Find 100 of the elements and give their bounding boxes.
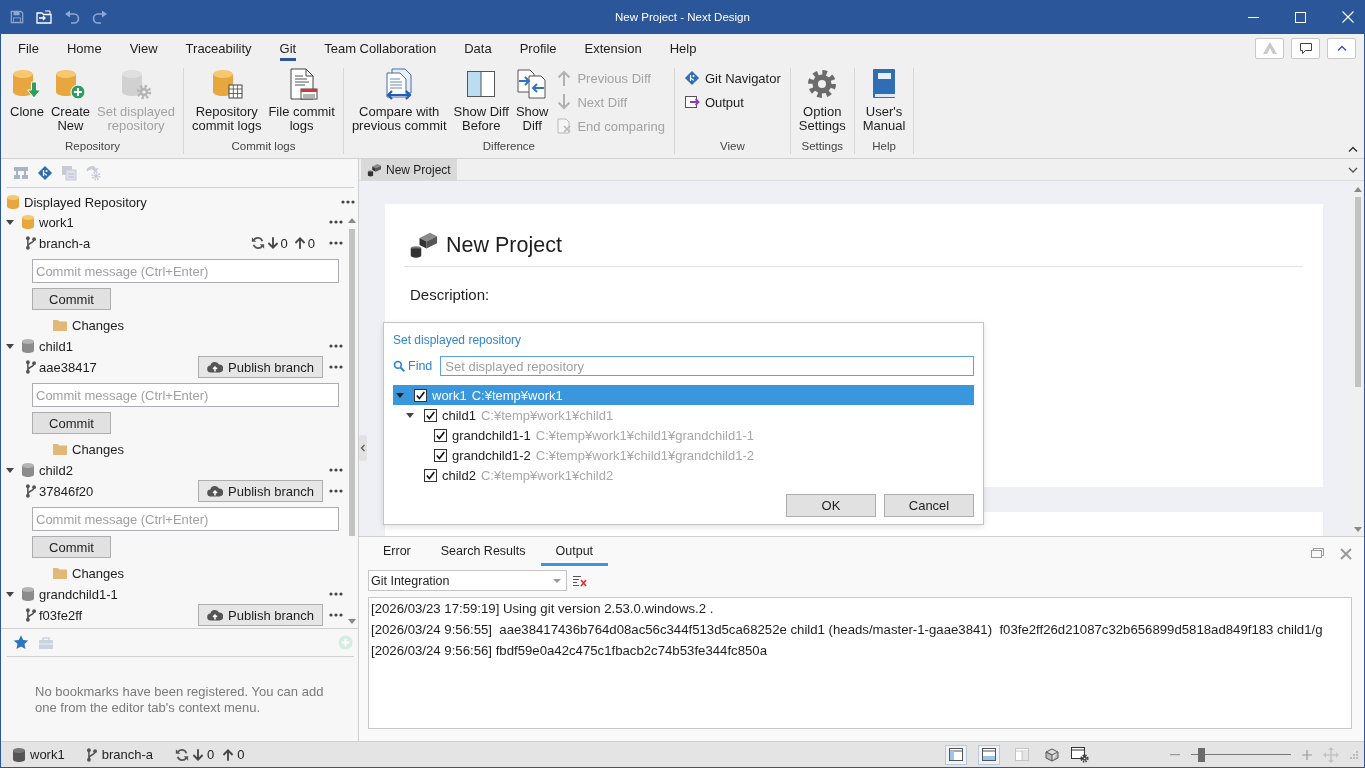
collapse-button[interactable] — [1327, 37, 1356, 59]
scroll-down-icon[interactable] — [1353, 527, 1362, 532]
more-icon[interactable] — [329, 241, 343, 245]
status-branch[interactable]: branch-a — [101, 747, 153, 762]
tree-item[interactable]: Changes — [72, 565, 125, 581]
checkbox[interactable] — [434, 448, 447, 462]
panel-tab[interactable]: Output — [540, 539, 609, 566]
minimize-icon[interactable] — [1248, 16, 1259, 18]
commit-message-field[interactable]: Commit message (Ctrl+Enter) — [32, 507, 339, 531]
collapse-handle-icon[interactable] — [359, 435, 367, 461]
document-tab[interactable]: New Project — [361, 159, 457, 180]
commit-message-field[interactable]: Commit message (Ctrl+Enter) — [32, 259, 339, 283]
ribbon-button[interactable]: Create New — [47, 64, 93, 137]
tree-item[interactable]: Changes — [72, 441, 125, 457]
repository-name[interactable]: child2 — [39, 462, 73, 478]
ribbon-tab[interactable]: View — [115, 34, 172, 62]
caret-up-icon[interactable] — [1348, 146, 1358, 152]
scroll-down-icon[interactable] — [348, 619, 356, 624]
commit-button[interactable]: Commit — [32, 412, 111, 434]
tree-row[interactable]: child2 C:¥temp¥work1¥child2 — [393, 465, 974, 485]
feedback-button[interactable] — [1291, 37, 1320, 59]
dialog-button[interactable]: OK — [786, 494, 876, 517]
checkbox[interactable] — [434, 428, 447, 442]
publish-branch-button[interactable]: Publish branch — [198, 604, 323, 626]
more-icon[interactable] — [329, 344, 343, 348]
ribbon-tab[interactable]: Home — [52, 34, 116, 62]
more-icon[interactable] — [329, 613, 343, 617]
caret-down-icon[interactable] — [6, 591, 14, 597]
caret-down-icon[interactable] — [6, 343, 14, 349]
ribbon-button[interactable]: Compare with previous commit — [348, 64, 450, 137]
ribbon-button[interactable]: Output — [679, 90, 785, 114]
ribbon-tab[interactable]: File — [4, 34, 53, 62]
more-icon[interactable] — [329, 365, 343, 369]
sync-icon[interactable] — [250, 236, 265, 250]
left-pane-icon[interactable] — [945, 744, 967, 765]
ribbon-button[interactable]: Git Navigator — [679, 66, 785, 90]
ribbon-tab[interactable]: Git — [265, 34, 311, 62]
checkbox[interactable] — [424, 408, 437, 422]
ribbon-tab[interactable]: Help — [655, 34, 711, 62]
commit-button[interactable]: Commit — [32, 536, 111, 558]
scrollbar-thumb[interactable] — [1354, 197, 1361, 387]
ribbon-tab[interactable]: Traceability — [171, 34, 266, 62]
ribbon-tab[interactable]: Team Collaboration — [310, 34, 451, 62]
ribbon-button[interactable]: Option Settings — [795, 64, 849, 137]
window-gear-icon[interactable] — [1071, 746, 1089, 763]
maximize-icon[interactable] — [1295, 11, 1306, 23]
cube-icon[interactable] — [1044, 746, 1060, 763]
sync-icon[interactable] — [175, 747, 189, 762]
caret-down-icon[interactable] — [6, 467, 14, 473]
scrollbar[interactable] — [1351, 181, 1364, 536]
caret-down-icon[interactable] — [6, 219, 14, 225]
slider-thumb[interactable] — [1198, 747, 1206, 762]
star-icon[interactable] — [13, 635, 29, 650]
redo-icon[interactable] — [92, 10, 108, 24]
scrollbar-thumb[interactable] — [349, 229, 355, 536]
ribbon-tab[interactable]: Data — [450, 34, 506, 62]
save-icon[interactable] — [10, 10, 24, 24]
scroll-up-icon[interactable] — [348, 218, 356, 223]
publish-branch-button[interactable]: Publish branch — [198, 356, 323, 378]
zoom-slider[interactable] — [1191, 746, 1291, 763]
commit-button[interactable]: Commit — [32, 288, 111, 310]
commit-message-field[interactable]: Commit message (Ctrl+Enter) — [32, 383, 339, 407]
tree-item[interactable]: Changes — [72, 317, 125, 333]
ribbon-button[interactable]: Show Diff Before — [450, 64, 512, 137]
status-repository[interactable]: work1 — [30, 747, 65, 762]
panel-tab[interactable]: Error — [368, 539, 426, 566]
tree-row[interactable]: grandchild1-2 C:¥temp¥work1¥child1¥grandchild1-2 — [393, 445, 974, 465]
more-icon[interactable] — [329, 468, 343, 472]
publish-branch-button[interactable]: Publish branch — [198, 480, 323, 502]
ribbon-button[interactable]: Show Diff — [512, 64, 552, 137]
more-icon[interactable] — [329, 489, 343, 493]
panel-tab[interactable]: Search Results — [425, 539, 541, 566]
clear-list-icon[interactable] — [573, 574, 587, 587]
caret-down-icon[interactable] — [406, 412, 414, 418]
restore-icon[interactable] — [1311, 547, 1324, 558]
more-icon[interactable] — [329, 220, 343, 224]
tree-row[interactable]: child1 C:¥temp¥work1¥child1 — [393, 405, 974, 425]
caret-down-icon[interactable] — [396, 392, 404, 398]
more-icon[interactable] — [329, 592, 343, 596]
ribbon-button[interactable]: File commit logs — [265, 64, 338, 137]
repository-name[interactable]: grandchild1-1 — [39, 586, 118, 602]
ribbon-button[interactable]: Repository commit logs — [189, 64, 265, 137]
checkbox[interactable] — [414, 388, 427, 402]
folder-arrow-icon[interactable] — [36, 10, 52, 24]
checkbox[interactable] — [424, 468, 437, 482]
chevron-down-icon[interactable] — [1348, 166, 1358, 173]
repository-name[interactable]: work1 — [39, 214, 74, 230]
dialog-button[interactable]: Cancel — [884, 494, 974, 517]
repository-name[interactable]: child1 — [39, 338, 73, 354]
ribbon-button[interactable]: User's Manual — [859, 64, 909, 137]
tree-row[interactable]: grandchild1-1 C:¥temp¥work1¥child1¥grandchild1-1 — [393, 425, 974, 445]
ribbon-button[interactable]: Clone — [7, 64, 47, 123]
scroll-up-icon[interactable] — [1353, 187, 1362, 192]
undo-icon[interactable] — [64, 10, 80, 24]
more-icon[interactable] — [341, 200, 355, 204]
ribbon-tab[interactable]: Extension — [570, 34, 656, 62]
search-field[interactable]: Set displayed repository — [440, 356, 974, 376]
source-dropdown[interactable]: Git Integration — [368, 570, 567, 591]
bottom-pane-icon[interactable] — [978, 744, 1000, 765]
ribbon-tab[interactable]: Profile — [505, 34, 571, 62]
